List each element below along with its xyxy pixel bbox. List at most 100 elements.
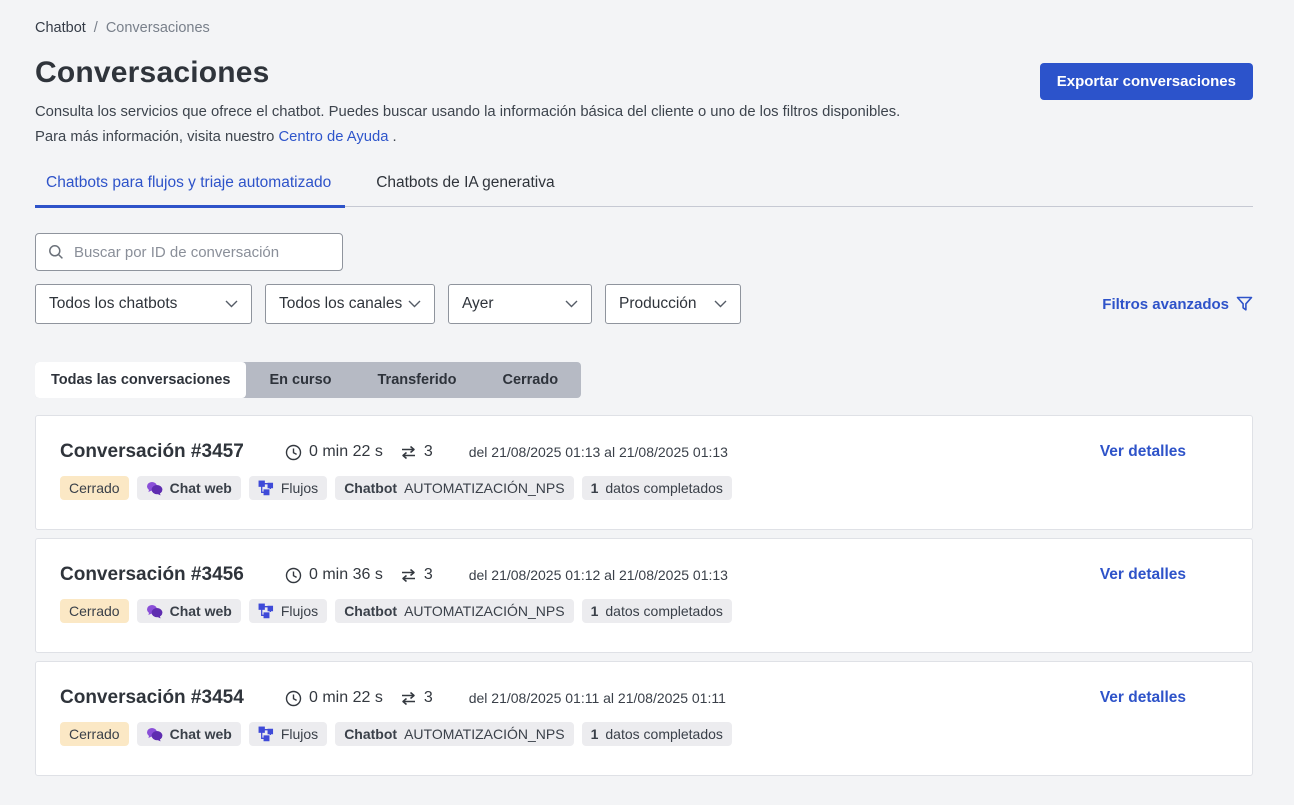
conversation-exchanges: 3 bbox=[400, 443, 433, 461]
data-completed-badge: 1 datos completados bbox=[581, 722, 732, 747]
data-completed-badge: 1 datos completados bbox=[581, 476, 732, 501]
chatbot-name: AUTOMATIZACIÓN_NPS bbox=[404, 603, 565, 620]
flow-sitemap-icon bbox=[258, 726, 274, 742]
chatbot-badge-label: Chatbot bbox=[344, 603, 398, 620]
status-tab-transferred[interactable]: Transferido bbox=[355, 362, 480, 398]
chatbot-type-tabs: Chatbots para flujos y triaje automatiza… bbox=[35, 174, 1253, 209]
duration-value: 0 min 22 s bbox=[309, 443, 383, 461]
page-description: Consulta los servicios que ofrece el cha… bbox=[35, 100, 903, 150]
date-filter-dropdown[interactable]: Ayer bbox=[448, 284, 592, 325]
conversation-duration: 0 min 22 s bbox=[285, 689, 383, 707]
chevron-down-icon bbox=[565, 300, 578, 308]
data-count: 1 bbox=[590, 480, 599, 497]
chatbot-badge: Chatbot AUTOMATIZACIÓN_NPS bbox=[335, 722, 574, 747]
swap-arrows-icon bbox=[400, 691, 417, 706]
filter-row: Todos los chatbots Todos los canales Aye… bbox=[35, 284, 1253, 325]
chat-bubbles-icon bbox=[146, 604, 163, 619]
breadcrumb: Chatbot / Conversaciones bbox=[35, 20, 1253, 36]
search-input[interactable] bbox=[74, 243, 330, 261]
channel-label: Chat web bbox=[169, 603, 232, 620]
type-badge: Flujos bbox=[248, 722, 328, 747]
status-badge: Cerrado bbox=[60, 476, 129, 501]
tab-flows-triage[interactable]: Chatbots para flujos y triaje automatiza… bbox=[35, 174, 346, 209]
tab-generative-ai[interactable]: Chatbots de IA generativa bbox=[365, 174, 568, 206]
chevron-down-icon bbox=[408, 300, 421, 308]
card-badges-row: Cerrado Chat web Flujos Chatbot AUTOMATI… bbox=[60, 599, 1228, 624]
chevron-down-icon bbox=[714, 300, 727, 308]
conversation-card: Conversación #3454 0 min 22 s 3 del 21/0… bbox=[35, 661, 1253, 777]
conversation-date-range: del 21/08/2025 01:12 al 21/08/2025 01:13 bbox=[468, 567, 728, 584]
exchanges-count: 3 bbox=[423, 689, 433, 707]
filter-funnel-icon bbox=[1236, 296, 1253, 312]
conversation-duration: 0 min 36 s bbox=[285, 566, 383, 584]
environment-filter-dropdown[interactable]: Producción bbox=[605, 284, 741, 325]
description-text: Consulta los servicios que ofrece el cha… bbox=[35, 104, 901, 146]
channel-filter-dropdown[interactable]: Todos los canales bbox=[265, 284, 435, 325]
conversation-card: Conversación #3457 0 min 22 s 3 del 21/0… bbox=[35, 415, 1253, 531]
description-period: . bbox=[392, 129, 397, 146]
view-details-link[interactable]: Ver detalles bbox=[1100, 689, 1186, 707]
date-filter-value: Ayer bbox=[462, 295, 494, 313]
status-badge: Cerrado bbox=[60, 599, 129, 624]
chatbot-name: AUTOMATIZACIÓN_NPS bbox=[404, 726, 565, 743]
status-tab-in-progress[interactable]: En curso bbox=[246, 362, 354, 398]
conversation-title: Conversación #3454 bbox=[60, 687, 244, 709]
data-completed-badge: 1 datos completados bbox=[581, 599, 732, 624]
type-label: Flujos bbox=[280, 726, 319, 743]
status-tab-all[interactable]: Todas las conversaciones bbox=[35, 362, 247, 399]
chatbot-badge: Chatbot AUTOMATIZACIÓN_NPS bbox=[335, 599, 574, 624]
swap-arrows-icon bbox=[400, 568, 417, 583]
duration-value: 0 min 36 s bbox=[309, 566, 383, 584]
channel-badge: Chat web bbox=[136, 599, 241, 624]
breadcrumb-conversaciones: Conversaciones bbox=[105, 20, 210, 36]
chat-bubbles-icon bbox=[146, 727, 163, 742]
chatbot-badge-label: Chatbot bbox=[344, 726, 398, 743]
conversation-search[interactable] bbox=[35, 233, 343, 272]
data-count: 1 bbox=[590, 726, 599, 743]
advanced-filters-link[interactable]: Filtros avanzados bbox=[1102, 296, 1253, 313]
conversation-exchanges: 3 bbox=[400, 566, 433, 584]
channel-badge: Chat web bbox=[136, 722, 241, 747]
view-details-link[interactable]: Ver detalles bbox=[1100, 566, 1186, 584]
clock-icon bbox=[285, 567, 302, 584]
exchanges-count: 3 bbox=[423, 566, 433, 584]
status-filter-tabs: Todas las conversaciones En curso Transf… bbox=[35, 362, 582, 399]
type-badge: Flujos bbox=[248, 599, 328, 624]
breadcrumb-chatbot[interactable]: Chatbot bbox=[35, 20, 86, 36]
chatbot-filter-value: Todos los chatbots bbox=[49, 295, 178, 313]
data-completed-label: datos completados bbox=[605, 480, 723, 497]
data-completed-label: datos completados bbox=[605, 603, 723, 620]
chatbot-badge-label: Chatbot bbox=[344, 480, 398, 497]
conversation-date-range: del 21/08/2025 01:11 al 21/08/2025 01:11 bbox=[468, 690, 726, 707]
chevron-down-icon bbox=[225, 300, 238, 308]
type-label: Flujos bbox=[280, 603, 319, 620]
breadcrumb-separator: / bbox=[93, 20, 98, 36]
data-completed-label: datos completados bbox=[605, 726, 723, 743]
conversation-title: Conversación #3456 bbox=[60, 564, 244, 586]
chatbot-filter-dropdown[interactable]: Todos los chatbots bbox=[35, 284, 252, 325]
chatbot-badge: Chatbot AUTOMATIZACIÓN_NPS bbox=[335, 476, 574, 501]
card-header-row: Conversación #3457 0 min 22 s 3 del 21/0… bbox=[60, 441, 1228, 463]
advanced-filters-label: Filtros avanzados bbox=[1102, 295, 1229, 313]
channel-label: Chat web bbox=[169, 726, 232, 743]
exchanges-count: 3 bbox=[423, 443, 433, 461]
status-badge: Cerrado bbox=[60, 722, 129, 747]
clock-icon bbox=[285, 444, 302, 461]
channel-filter-value: Todos los canales bbox=[279, 295, 403, 313]
card-header-row: Conversación #3454 0 min 22 s 3 del 21/0… bbox=[60, 687, 1228, 709]
flow-sitemap-icon bbox=[258, 480, 274, 496]
conversation-list: Conversación #3457 0 min 22 s 3 del 21/0… bbox=[35, 415, 1253, 777]
card-badges-row: Cerrado Chat web Flujos Chatbot AUTOMATI… bbox=[60, 722, 1228, 747]
search-icon bbox=[48, 244, 64, 260]
status-tab-closed[interactable]: Cerrado bbox=[479, 362, 581, 398]
chat-bubbles-icon bbox=[146, 481, 163, 496]
help-center-link[interactable]: Centro de Ayuda bbox=[278, 129, 388, 145]
conversation-card: Conversación #3456 0 min 36 s 3 del 21/0… bbox=[35, 538, 1253, 654]
conversations-page: Chatbot / Conversaciones Conversaciones … bbox=[0, 0, 1294, 777]
type-badge: Flujos bbox=[248, 476, 328, 501]
clock-icon bbox=[285, 690, 302, 707]
view-details-link[interactable]: Ver detalles bbox=[1100, 443, 1186, 461]
flow-sitemap-icon bbox=[258, 603, 274, 619]
conversation-date-range: del 21/08/2025 01:13 al 21/08/2025 01:13 bbox=[468, 444, 728, 461]
export-conversations-button[interactable]: Exportar conversaciones bbox=[1039, 63, 1253, 100]
